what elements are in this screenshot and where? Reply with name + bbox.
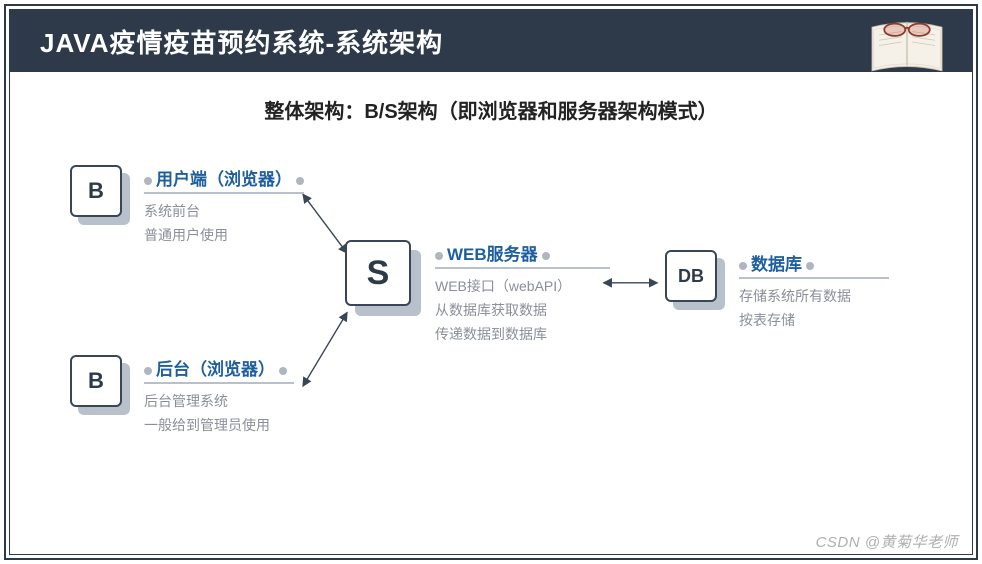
node-desc: 普通用户使用 xyxy=(144,224,304,248)
node-admin-browser: B 后台（浏览器） 后台管理系统 一般给到管理员使用 xyxy=(70,355,294,438)
badge-wrap: B xyxy=(70,355,126,411)
node-desc: 按表存储 xyxy=(739,309,889,333)
badge-label: B xyxy=(70,165,122,217)
slide-title: JAVA疫情疫苗预约系统-系统架构 xyxy=(40,23,443,60)
badge-label: B xyxy=(70,355,122,407)
node-desc: 系统前台 xyxy=(144,200,304,224)
node-title: WEB服务器 xyxy=(435,240,610,269)
node-title: 数据库 xyxy=(739,250,889,279)
node-desc: 传递数据到数据库 xyxy=(435,323,610,347)
node-database: DB 数据库 存储系统所有数据 按表存储 xyxy=(665,250,889,333)
badge-wrap: B xyxy=(70,165,126,221)
node-desc: 存储系统所有数据 xyxy=(739,285,889,309)
watermark: CSDN @黄菊华老师 xyxy=(816,531,958,552)
diagram-area: B 用户端（浏览器） 系统前台 普通用户使用 B 后台（浏览器） 后台管理系统 … xyxy=(0,140,982,534)
slide-header: JAVA疫情疫苗预约系统-系统架构 xyxy=(10,10,972,72)
node-desc: 一般给到管理员使用 xyxy=(144,414,294,438)
badge-label: S xyxy=(345,240,411,306)
node-client-browser: B 用户端（浏览器） 系统前台 普通用户使用 xyxy=(70,165,304,248)
badge-wrap: DB xyxy=(665,250,721,306)
node-web-server: S WEB服务器 WEB接口（webAPI） 从数据库获取数据 传递数据到数据库 xyxy=(345,240,610,346)
subtitle: 整体架构：B/S架构（即浏览器和服务器架构模式） xyxy=(0,95,982,124)
badge-wrap: S xyxy=(345,240,417,312)
book-icon xyxy=(862,14,952,84)
node-desc: 后台管理系统 xyxy=(144,390,294,414)
badge-label: DB xyxy=(665,250,717,302)
node-title: 后台（浏览器） xyxy=(144,355,294,384)
node-title: 用户端（浏览器） xyxy=(144,165,304,194)
node-desc: 从数据库获取数据 xyxy=(435,299,610,323)
node-desc: WEB接口（webAPI） xyxy=(435,275,610,299)
